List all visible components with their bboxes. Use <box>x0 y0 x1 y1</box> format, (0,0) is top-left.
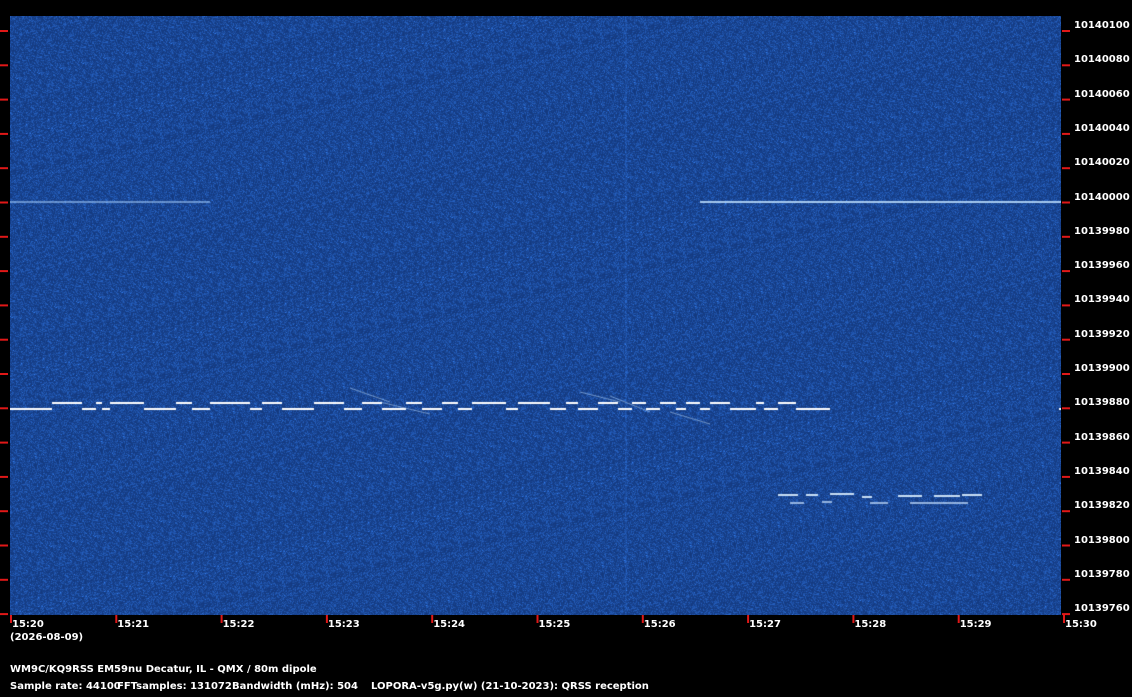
software-info: LOPORA-v5g.py(w) (21-10-2023): QRSS rece… <box>371 681 649 692</box>
spectrogram-waterfall <box>10 16 1061 615</box>
time-label: 15:21 <box>117 619 150 630</box>
time-label: 15:24 <box>433 619 466 630</box>
time-label: 15:28 <box>854 619 887 630</box>
freq-label: 10140100 <box>1074 20 1130 31</box>
freq-label: 10140020 <box>1074 157 1130 169</box>
freq-label: 10139820 <box>1074 500 1130 512</box>
station-info: WM9C/KQ9RSS EM59nu Decatur, IL - QMX / 8… <box>10 664 317 675</box>
time-label: 15:22 <box>222 619 255 630</box>
sample-rate: Sample rate: 44100 <box>10 681 121 692</box>
freq-label: 10139780 <box>1074 568 1130 580</box>
freq-label: 10140000 <box>1074 191 1130 203</box>
freq-label: 10139880 <box>1074 397 1130 409</box>
freq-label: 10139960 <box>1074 260 1130 272</box>
time-label: 15:25 <box>538 619 571 630</box>
time-label: 15:27 <box>749 619 781 630</box>
time-label: 15:29 <box>959 619 992 630</box>
time-label: 15:30 <box>1065 619 1097 630</box>
freq-label: 10139940 <box>1074 294 1130 306</box>
date-label: (2026-08-09) <box>10 632 84 643</box>
freq-label: 10139800 <box>1074 534 1130 546</box>
freq-label: 10139920 <box>1074 328 1130 340</box>
time-label: 15:23 <box>327 619 360 630</box>
time-label: 15:26 <box>643 619 676 630</box>
time-label: 15:20 <box>12 619 44 630</box>
freq-label: 10140060 <box>1074 88 1130 100</box>
freq-label: 10139900 <box>1074 363 1130 374</box>
freq-label: 10139840 <box>1074 465 1130 477</box>
freq-label: 10139860 <box>1074 431 1130 443</box>
freq-label: 10140080 <box>1074 54 1130 66</box>
freq-label: 10139980 <box>1074 225 1130 237</box>
freq-label: 10140040 <box>1074 122 1130 134</box>
fft-samples: FFTsamples: 131072 <box>117 681 232 692</box>
bandwidth: Bandwidth (mHz): 504 <box>232 681 358 692</box>
freq-label: 10139760 <box>1074 603 1130 615</box>
